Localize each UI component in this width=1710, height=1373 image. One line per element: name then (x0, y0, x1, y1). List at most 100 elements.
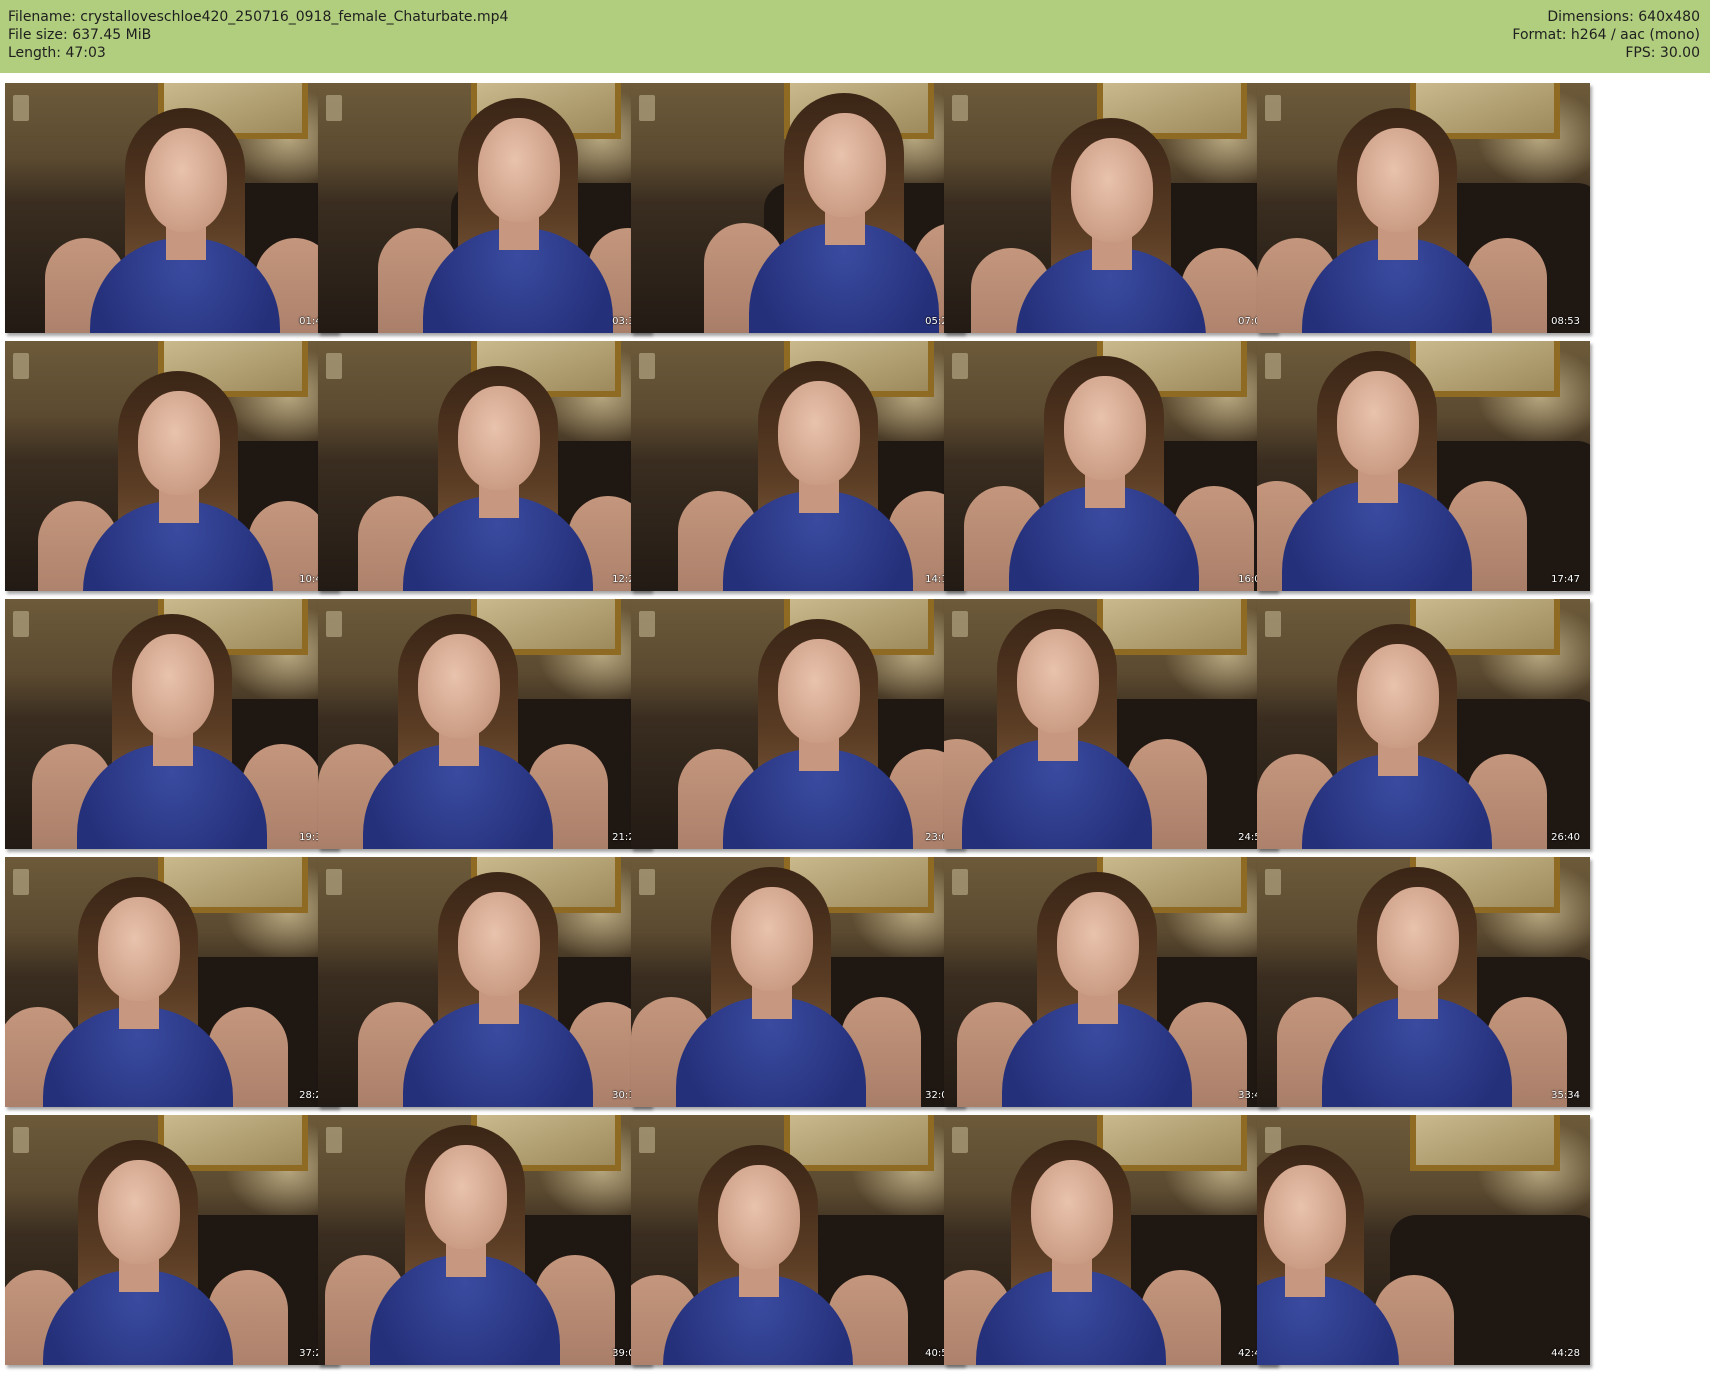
wall-switch (639, 1127, 655, 1153)
thumbnail-image (631, 857, 964, 1107)
person-face (457, 892, 540, 996)
thumbnail-grid: 01:46 03:33 05:20 07:06 08:53 10:40 12:27 14:13… (0, 80, 1710, 1373)
thumbnail-image (1257, 341, 1590, 591)
thumbnail-frame: 28:27 (5, 857, 338, 1107)
person-face (1336, 371, 1419, 475)
person-face (1063, 376, 1146, 480)
thumbnail-frame: 24:54 (944, 599, 1277, 849)
wall-switch (952, 869, 968, 895)
person-face (777, 639, 860, 743)
thumbnail-frame: 17:47 (1257, 341, 1590, 591)
wall-picture-frame (1097, 1115, 1247, 1171)
thumbnail-image (1257, 857, 1590, 1107)
person-face (477, 118, 560, 222)
wall-switch (13, 353, 29, 379)
video-info: Dimensions: 640x480 Format: h264 / aac (… (1512, 8, 1700, 62)
person-face (1376, 887, 1459, 991)
filename-text: Filename: crystalloveschloe420_250716_09… (8, 9, 509, 25)
thumbnail-image (318, 599, 651, 849)
thumbnail-frame: 16:00 (944, 341, 1277, 591)
thumbnail-image (944, 341, 1277, 591)
thumbnail-image (5, 83, 338, 333)
person-face (730, 887, 813, 991)
wall-switch (1265, 611, 1281, 637)
wall-switch (952, 611, 968, 637)
wall-switch (952, 1127, 968, 1153)
person-face (1057, 892, 1140, 996)
thumbnail-image (318, 857, 651, 1107)
thumbnail-image (631, 341, 964, 591)
thumbnail-image (5, 599, 338, 849)
thumbnail-image (318, 341, 651, 591)
thumbnail-frame: 12:27 (318, 341, 651, 591)
person-face (98, 897, 181, 1001)
wall-switch (639, 611, 655, 637)
thumbnail-image (631, 83, 964, 333)
file-size-text: File size: 637.45 MiB (8, 27, 152, 43)
info-header: Filename: crystalloveschloe420_250716_09… (0, 0, 1710, 73)
thumbnail-frame: 23:07 (631, 599, 964, 849)
person-face (457, 386, 540, 490)
timestamp-label: 44:28 (1551, 1348, 1580, 1359)
thumbnail-image (1257, 599, 1590, 849)
wall-switch (1265, 1127, 1281, 1153)
person-face (1030, 1160, 1113, 1264)
thumbnail-image (944, 83, 1277, 333)
thumbnail-frame: 05:20 (631, 83, 964, 333)
person-face (424, 1145, 507, 1249)
thumbnail-frame: 10:40 (5, 341, 338, 591)
wall-switch (13, 1127, 29, 1153)
thumbnail-frame: 01:46 (5, 83, 338, 333)
wall-switch (1265, 869, 1281, 895)
length-text: Length: 47:03 (8, 45, 106, 61)
wall-switch (639, 353, 655, 379)
thumbnail-image (5, 857, 338, 1107)
person-face (804, 113, 887, 217)
thumbnail-frame: 33:47 (944, 857, 1277, 1107)
wall-picture-frame (784, 1115, 934, 1171)
timestamp-label: 26:40 (1551, 832, 1580, 843)
wall-switch (1265, 353, 1281, 379)
person-top (1257, 1275, 1399, 1365)
wall-switch (639, 869, 655, 895)
thumbnail-image (944, 1115, 1277, 1365)
thumbnail-frame: 37:21 (5, 1115, 338, 1365)
timestamp-label: 35:34 (1551, 1090, 1580, 1101)
thumbnail-frame: 30:14 (318, 857, 651, 1107)
person-face (777, 381, 860, 485)
fps-text: FPS: 30.00 (1625, 45, 1700, 61)
wall-switch (326, 353, 342, 379)
thumbnail-frame: 03:33 (318, 83, 651, 333)
thumbnail-image (318, 83, 651, 333)
thumbnail-frame: 19:33 (5, 599, 338, 849)
person-face (144, 128, 227, 232)
thumbnail-frame: 35:34 (1257, 857, 1590, 1107)
thumbnail-frame: 26:40 (1257, 599, 1590, 849)
wall-switch (13, 611, 29, 637)
thumbnail-frame: 32:01 (631, 857, 964, 1107)
thumbnail-image (318, 1115, 651, 1365)
thumbnail-image (1257, 83, 1590, 333)
thumbnail-frame: 08:53 (1257, 83, 1590, 333)
person-face (98, 1160, 181, 1264)
thumbnail-frame: 21:20 (318, 599, 651, 849)
wall-switch (952, 353, 968, 379)
wall-picture-frame (1410, 1115, 1560, 1171)
timestamp-label: 08:53 (1551, 316, 1580, 327)
thumbnail-image (944, 599, 1277, 849)
wall-switch (1265, 95, 1281, 121)
wall-switch (639, 95, 655, 121)
thumbnail-frame: 44:28 (1257, 1115, 1590, 1365)
thumbnail-image (944, 857, 1277, 1107)
person-face (1356, 644, 1439, 748)
timestamp-label: 17:47 (1551, 574, 1580, 585)
thumbnail-frame: 42:41 (944, 1115, 1277, 1365)
thumbnail-frame: 39:07 (318, 1115, 651, 1365)
file-info: Filename: crystalloveschloe420_250716_09… (8, 8, 508, 62)
person-face (1263, 1165, 1346, 1269)
thumbnail-image (5, 1115, 338, 1365)
wall-switch (326, 95, 342, 121)
person-face (1356, 128, 1439, 232)
wall-switch (952, 95, 968, 121)
thumbnail-image (631, 1115, 964, 1365)
